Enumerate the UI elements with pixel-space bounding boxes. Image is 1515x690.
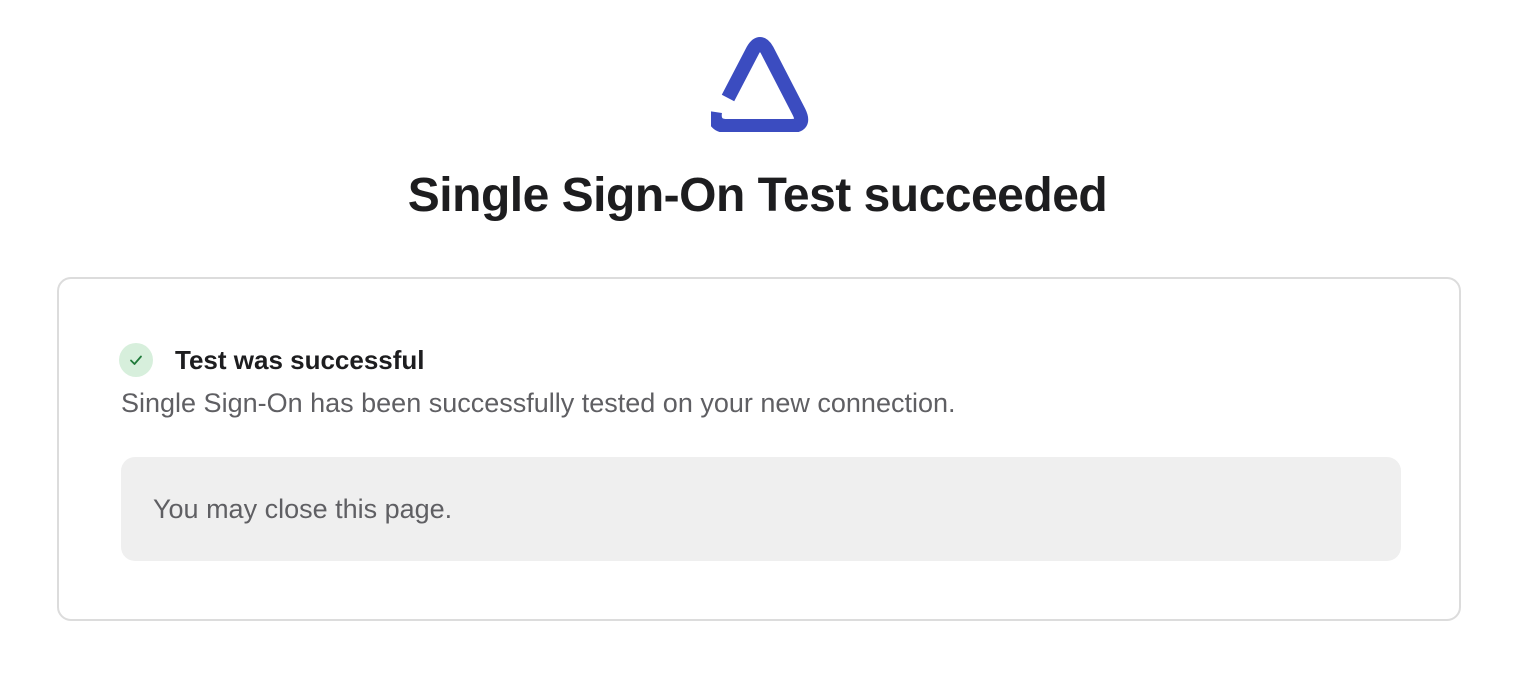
notice-text: You may close this page. (153, 494, 453, 524)
result-card: Test was successful Single Sign-On has b… (57, 277, 1461, 621)
sso-test-result-page: Single Sign-On Test succeeded Test was s… (0, 0, 1515, 690)
status-title: Test was successful (175, 345, 425, 375)
page-title: Single Sign-On Test succeeded (407, 169, 1108, 222)
close-page-notice: You may close this page. (121, 457, 1401, 561)
check-icon (119, 343, 153, 377)
status-description: Single Sign-On has been successfully tes… (121, 388, 956, 418)
status-row: Test was successful (119, 343, 425, 377)
triangle-logo-icon (707, 36, 809, 133)
